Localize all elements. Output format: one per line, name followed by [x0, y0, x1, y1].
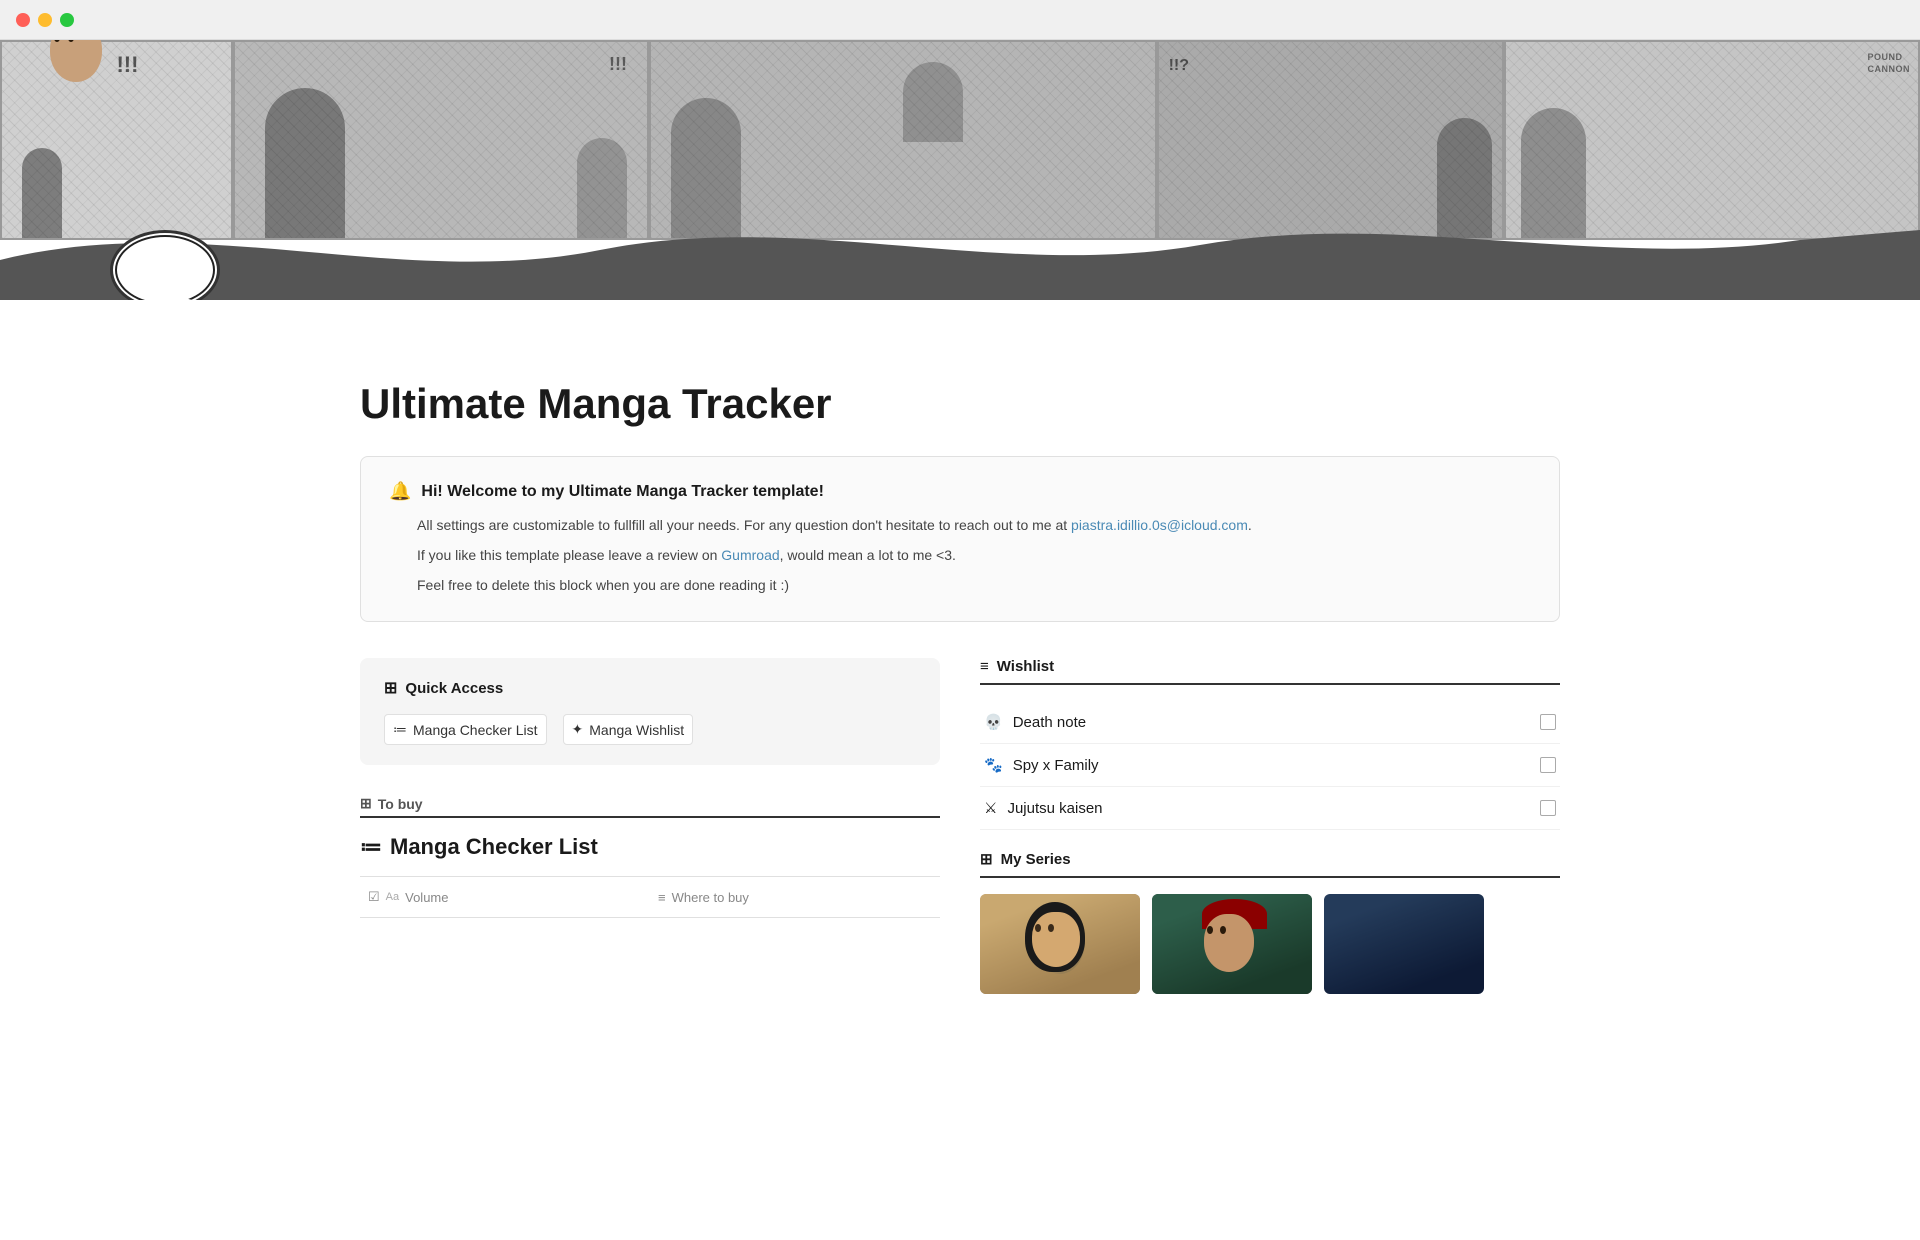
where-to-buy-col-header: ≡ Where to buy [650, 885, 940, 909]
where-to-buy-col-icon: ≡ [658, 890, 666, 905]
manga-wishlist-link-label: Manga Wishlist [589, 722, 684, 738]
series-char-1 [980, 894, 1140, 994]
series-thumb-3[interactable] [1324, 894, 1484, 994]
manga-wishlist-link[interactable]: ✦ Manga Wishlist [563, 714, 694, 745]
quick-access-icon: ⊞ [384, 678, 397, 698]
welcome-box: 🔔 Hi! Welcome to my Ultimate Manga Track… [360, 456, 1560, 622]
my-series-header: ⊞ My Series [980, 850, 1560, 878]
two-col-layout: ⊞ Quick Access ≔ Manga Checker List ✦ Ma… [360, 658, 1560, 994]
welcome-line2: If you like this template please leave a… [417, 544, 1531, 568]
welcome-header: 🔔 Hi! Welcome to my Ultimate Manga Track… [389, 481, 1531, 502]
manga-checker-link-label: Manga Checker List [413, 722, 538, 738]
welcome-title: Hi! Welcome to my Ultimate Manga Tracker… [421, 483, 823, 501]
welcome-body: All settings are customizable to fullfil… [417, 514, 1531, 597]
to-buy-label: ⊞ To buy [360, 795, 940, 818]
quick-access-header: ⊞ Quick Access [384, 678, 916, 698]
window-chrome [0, 0, 1920, 40]
welcome-line1: All settings are customizable to fullfil… [417, 514, 1531, 538]
wishlist-item-spy-family[interactable]: 🐾 Spy x Family [980, 744, 1560, 787]
series-char-2 [1152, 894, 1312, 994]
quick-access-title: Quick Access [405, 680, 503, 697]
to-buy-icon: ⊞ [360, 795, 372, 812]
wave-divider [0, 200, 1920, 300]
spy-family-label: Spy x Family [1013, 757, 1099, 774]
death-note-checkbox[interactable] [1540, 714, 1556, 730]
manga-exclaim-1: !!! [116, 52, 138, 78]
wishlist-section: ≡ Wishlist 💀 Death note 🐾 Spy x Family [980, 658, 1560, 830]
spy-family-checkbox[interactable] [1540, 757, 1556, 773]
manga-checker-section: ⊞ To buy ≔ Manga Checker List ☑ Aa Volum… [360, 795, 940, 918]
left-column: ⊞ Quick Access ≔ Manga Checker List ✦ Ma… [360, 658, 940, 918]
jujutsu-label: Jujutsu kaisen [1007, 800, 1102, 817]
wishlist-item-death-note[interactable]: 💀 Death note [980, 701, 1560, 744]
death-note-icon: 💀 [984, 713, 1003, 731]
volume-col-header: ☑ Aa Volume [360, 885, 650, 909]
right-column: ≡ Wishlist 💀 Death note 🐾 Spy x Family [980, 658, 1560, 994]
bell-icon: 🔔 [389, 481, 411, 502]
series-thumbnails [980, 894, 1560, 994]
wishlist-icon: ≡ [980, 658, 989, 675]
manga-checker-link[interactable]: ≔ Manga Checker List [384, 714, 547, 745]
close-button[interactable] [16, 13, 30, 27]
minimize-button[interactable] [38, 13, 52, 27]
wishlist-header: ≡ Wishlist [980, 658, 1560, 685]
manga-wishlist-link-icon: ✦ [572, 721, 584, 738]
series-thumb-2[interactable] [1152, 894, 1312, 994]
wishlist-title: Wishlist [997, 658, 1054, 675]
speech-bubble-icon [115, 235, 215, 300]
wishlist-item-jujutsu[interactable]: ⚔ Jujutsu kaisen [980, 787, 1560, 830]
email-link[interactable]: piastra.idillio.0s@icloud.com [1071, 517, 1248, 533]
manga-checker-title: ≔ Manga Checker List [360, 834, 940, 860]
my-series-icon: ⊞ [980, 850, 993, 868]
maximize-button[interactable] [60, 13, 74, 27]
welcome-line3: Feel free to delete this block when you … [417, 574, 1531, 598]
jujutsu-checkbox[interactable] [1540, 800, 1556, 816]
series-thumb-1[interactable] [980, 894, 1140, 994]
spy-family-icon: 🐾 [984, 756, 1003, 774]
profile-icon [110, 230, 220, 300]
quick-access-section: ⊞ Quick Access ≔ Manga Checker List ✦ Ma… [360, 658, 940, 765]
main-content: Ultimate Manga Tracker 🔔 Hi! Welcome to … [260, 300, 1660, 1034]
my-series-title: My Series [1001, 851, 1071, 868]
banner-area: !!! !!! !!? POUNDCANNON [0, 40, 1920, 300]
quick-links-container: ≔ Manga Checker List ✦ Manga Wishlist [384, 714, 916, 745]
volume-col-icon: ☑ [368, 889, 380, 905]
page-title: Ultimate Manga Tracker [360, 380, 1560, 428]
series-char-3 [1324, 894, 1484, 994]
manga-checker-title-icon: ≔ [360, 834, 382, 860]
manga-checker-link-icon: ≔ [393, 721, 407, 738]
my-series-section: ⊞ My Series [980, 850, 1560, 994]
death-note-label: Death note [1013, 714, 1086, 731]
manga-checker-table-headers: ☑ Aa Volume ≡ Where to buy [360, 876, 940, 918]
jujutsu-icon: ⚔ [984, 799, 997, 817]
gumroad-link[interactable]: Gumroad [721, 547, 779, 563]
